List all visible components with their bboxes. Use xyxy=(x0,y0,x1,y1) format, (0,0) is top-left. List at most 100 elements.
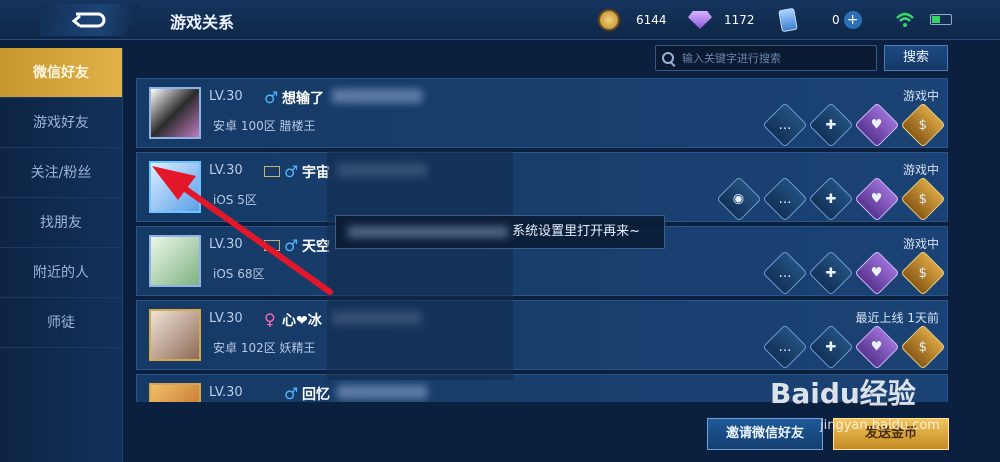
sidebar-item-mentor[interactable]: 师徒 xyxy=(0,298,122,348)
search-input[interactable] xyxy=(682,51,862,65)
gift-button[interactable]: ✚ xyxy=(808,102,854,148)
spectate-button[interactable]: ◉ xyxy=(716,176,762,222)
level-label: LV.30 xyxy=(209,163,243,178)
card-icon xyxy=(778,7,798,33)
toast-blurred-text xyxy=(348,225,508,238)
intimacy-button[interactable]: ♥ xyxy=(854,250,900,296)
level-label: LV.30 xyxy=(209,311,243,326)
chat-button[interactable]: … xyxy=(762,176,808,222)
gift-icon: ✚ xyxy=(825,265,837,281)
mail-icon xyxy=(264,166,280,177)
chat-icon: … xyxy=(778,191,792,207)
sidebar: 微信好友 游戏好友 关注/粉丝 找朋友 附近的人 师徒 xyxy=(0,48,123,462)
server-info: 安卓 102区 妖精王 xyxy=(213,341,316,355)
male-gender-icon: ♂ xyxy=(284,236,299,255)
add-card-button[interactable]: + xyxy=(843,11,862,29)
row-actions: … ✚ ♥ $ xyxy=(762,324,946,370)
male-gender-icon: ♂ xyxy=(284,162,299,181)
intimacy-button[interactable]: ♥ xyxy=(854,102,900,148)
intimacy-button[interactable]: ♥ xyxy=(854,176,900,222)
coin-icon xyxy=(598,9,620,31)
sidebar-item-nearby[interactable]: 附近的人 xyxy=(0,248,122,298)
avatar[interactable] xyxy=(149,161,201,213)
chat-button[interactable]: … xyxy=(762,250,808,296)
search-icon xyxy=(662,52,674,64)
friend-row[interactable]: LV.30 ♀ 心❤冰 安卓 102区 妖精王 最近上线 1天前 … ✚ ♥ $ xyxy=(136,300,948,370)
row-actions: ◉ … ✚ ♥ $ xyxy=(716,176,946,222)
send-coin-button[interactable]: $ xyxy=(900,324,946,370)
mail-icon xyxy=(264,240,280,251)
heart-icon: ♥ xyxy=(871,339,883,355)
gift-icon: ✚ xyxy=(825,117,837,133)
card-count: 0 xyxy=(832,13,840,27)
server-info: iOS 5区 xyxy=(213,193,257,207)
chat-button[interactable]: … xyxy=(762,102,808,148)
level-label: LV.30 xyxy=(209,237,243,252)
watermark-brand: Baidu经验 xyxy=(770,377,916,410)
gift-button[interactable]: ✚ xyxy=(808,176,854,222)
avatar[interactable] xyxy=(149,235,201,287)
watermark-url: jingyan.baidu.com xyxy=(820,418,940,433)
friend-name: 想输了 xyxy=(282,91,324,107)
server-info: 安卓 100区 腊楼王 xyxy=(213,119,316,133)
back-arrow-icon xyxy=(71,12,106,28)
chat-button[interactable]: … xyxy=(762,324,808,370)
friend-name: 回忆 xyxy=(302,387,330,402)
gem-resource: 1172 xyxy=(688,8,755,32)
eye-icon: ◉ xyxy=(733,191,745,207)
heart-icon: ♥ xyxy=(871,117,883,133)
search-box[interactable] xyxy=(655,45,877,71)
toast-message: 系统设置里打开再来~ xyxy=(335,215,665,249)
level-label: LV.30 xyxy=(209,89,243,104)
coin-icon: $ xyxy=(918,117,928,133)
server-info: iOS 68区 xyxy=(213,267,265,281)
send-coin-button[interactable]: $ xyxy=(900,102,946,148)
sidebar-item-follow-fans[interactable]: 关注/粉丝 xyxy=(0,148,122,198)
sidebar-item-find-friends[interactable]: 找朋友 xyxy=(0,198,122,248)
search-button[interactable]: 搜索 xyxy=(884,45,948,71)
page-title: 游戏关系 xyxy=(170,13,235,32)
battery-icon xyxy=(930,14,952,25)
send-coin-button[interactable]: $ xyxy=(900,176,946,222)
status-label: 游戏中 xyxy=(902,163,939,177)
send-coin-button[interactable]: $ xyxy=(900,250,946,296)
friend-name: 宇宙 xyxy=(302,165,330,181)
invite-wechat-friends-button[interactable]: 邀请微信好友 xyxy=(707,418,823,450)
gem-count: 1172 xyxy=(724,13,755,27)
status-label: 游戏中 xyxy=(902,89,939,103)
back-button[interactable] xyxy=(40,4,140,36)
blurred-name xyxy=(337,385,427,399)
row-actions: … ✚ ♥ $ xyxy=(762,250,946,296)
avatar[interactable] xyxy=(149,309,201,361)
gift-button[interactable]: ✚ xyxy=(808,324,854,370)
gift-button[interactable]: ✚ xyxy=(808,250,854,296)
intimacy-button[interactable]: ♥ xyxy=(854,324,900,370)
male-gender-icon: ♂ xyxy=(284,384,299,402)
wifi-icon xyxy=(896,12,914,27)
card-resource: 0 + xyxy=(778,7,862,33)
chat-icon: … xyxy=(778,117,792,133)
coin-icon: $ xyxy=(918,339,928,355)
sidebar-item-wechat-friends[interactable]: 微信好友 xyxy=(0,48,122,98)
row-actions: … ✚ ♥ $ xyxy=(762,102,946,148)
level-label: LV.30 xyxy=(209,385,243,400)
female-gender-icon: ♀ xyxy=(264,310,276,329)
sidebar-item-game-friends[interactable]: 游戏好友 xyxy=(0,98,122,148)
friend-name: 心❤冰 xyxy=(282,313,322,329)
friend-row[interactable]: LV.30 ♂ 想输了 安卓 100区 腊楼王 游戏中 … ✚ ♥ $ xyxy=(136,78,948,148)
coin-resource: 6144 xyxy=(598,8,667,32)
status-label: 游戏中 xyxy=(902,237,939,251)
gift-icon: ✚ xyxy=(825,339,837,355)
toast-text: 系统设置里打开再来~ xyxy=(512,224,641,239)
coin-count: 6144 xyxy=(636,13,667,27)
friend-row[interactable]: LV.30 ♂ 宇宙 iOS 5区 游戏中 ◉ … ✚ ♥ $ xyxy=(136,152,948,222)
blurred-name xyxy=(332,89,422,103)
coin-icon: $ xyxy=(918,265,928,281)
gem-icon xyxy=(688,11,712,29)
male-gender-icon: ♂ xyxy=(264,88,279,107)
blur-overlay xyxy=(327,150,513,380)
avatar[interactable] xyxy=(149,87,201,139)
chat-icon: … xyxy=(778,339,792,355)
top-bar: 游戏关系 6144 1172 0 + xyxy=(0,0,1000,40)
avatar[interactable] xyxy=(149,383,201,402)
